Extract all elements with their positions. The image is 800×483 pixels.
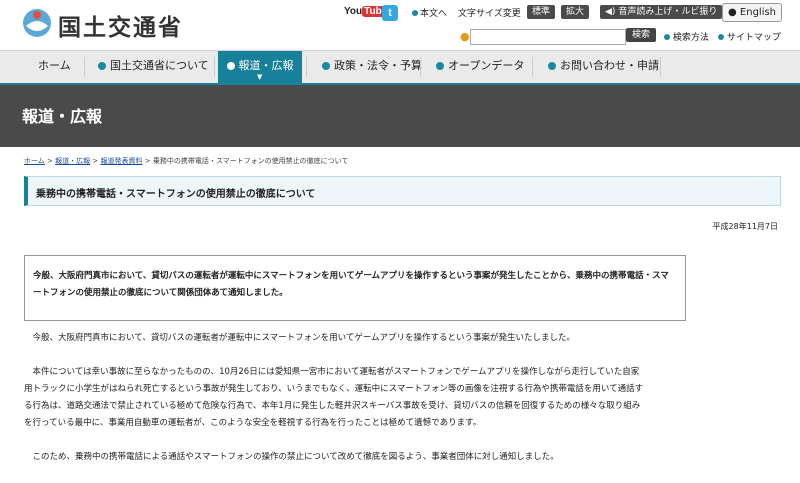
font-large-button[interactable]: 拡大 xyxy=(561,5,590,19)
nav-divider xyxy=(660,57,661,77)
english-button[interactable]: ● English xyxy=(722,3,782,22)
nav-bullet-icon xyxy=(548,62,556,70)
chevron-down-icon: ▼ xyxy=(257,73,263,81)
bullet-icon xyxy=(718,34,724,40)
nav-divider xyxy=(306,57,307,77)
breadcrumb-separator: > xyxy=(47,157,53,165)
nav-item-home[interactable]: ホーム xyxy=(38,51,71,83)
font-size-label: 文字サイズ変更 xyxy=(458,9,521,19)
nav-bullet-icon xyxy=(436,62,444,70)
nav-item-press[interactable]: 報道・広報 ▼ xyxy=(218,51,302,83)
summary-text: 今般、大阪府門真市において、貸切バスの運転者が運転中にスマートフォンを用いてゲー… xyxy=(33,271,669,298)
skip-to-content-link[interactable]: 本文へ xyxy=(412,6,447,19)
nav-item-open-data[interactable]: オープンデータ xyxy=(436,51,524,83)
youtube-link[interactable]: You Tube xyxy=(344,6,390,22)
nav-item-contact[interactable]: お問い合わせ・申請 xyxy=(548,51,659,83)
summary-box: 今般、大阪府門真市において、貸切バスの運転者が運転中にスマートフォンを用いてゲー… xyxy=(24,255,686,321)
nav-bullet-icon xyxy=(226,62,235,70)
section-header: 報道・広報 xyxy=(0,85,800,147)
bullet-icon xyxy=(664,34,670,40)
section-title: 報道・広報 xyxy=(22,107,103,126)
global-nav: ホーム 国土交通省について 報道・広報 ▼ 政策・法令・予算 オープンデータ お問… xyxy=(0,50,800,86)
read-aloud-button[interactable]: ◀) 音声読み上げ・ルビ振り xyxy=(600,5,723,19)
article-title-box: 乗務中の携帯電話・スマートフォンの使用禁止の徹底について xyxy=(24,176,781,206)
breadcrumb-current: 乗務中の携帯電話・スマートフォンの使用禁止の徹底について xyxy=(152,157,349,165)
search-method-link[interactable]: 検索方法 xyxy=(664,30,709,43)
site-header: 国土交通省 You Tube t 本文へ 文字サイズ変更 標準 拡大 ◀) 音声読… xyxy=(0,0,800,46)
breadcrumb-press[interactable]: 報道・広報 xyxy=(55,157,90,165)
nav-divider xyxy=(532,57,533,77)
breadcrumb-separator: > xyxy=(92,157,99,165)
globe-icon: ● xyxy=(727,7,737,18)
nav-divider xyxy=(420,57,421,77)
youtube-you: You xyxy=(344,6,363,17)
body-paragraph: このため、乗務中の携帯電話による通話やスマートフォンの操作の禁止について改めて徹… xyxy=(32,452,559,462)
search-pin-icon: ● xyxy=(460,30,470,43)
nav-bullet-icon xyxy=(98,62,106,70)
twitter-icon[interactable]: t xyxy=(382,5,398,21)
breadcrumb-press-releases[interactable]: 報道発表資料 xyxy=(100,157,142,165)
speaker-icon: ◀) xyxy=(605,7,616,17)
breadcrumb: ホーム > 報道・広報 > 報道発表資料 > 乗務中の携帯電話・スマートフォンの… xyxy=(24,156,348,166)
nav-divider xyxy=(84,57,85,77)
publish-date: 平成28年11月7日 xyxy=(712,222,778,231)
nav-divider xyxy=(214,57,215,77)
bullet-icon xyxy=(412,10,418,16)
nav-item-about[interactable]: 国土交通省について xyxy=(98,51,209,83)
article-body: 今般、大阪府門真市において、貸切バスの運転者が運転中にスマートフォンを用いてゲー… xyxy=(24,330,644,483)
body-paragraph: 今般、大阪府門真市において、貸切バスの運転者が運転中にスマートフォンを用いてゲー… xyxy=(32,333,576,343)
body-paragraph: 本件については幸い事故に至らなかったものの、10月26日には愛知県一宮市において… xyxy=(24,367,644,428)
mlit-logo-icon[interactable] xyxy=(22,6,52,40)
nav-item-policy[interactable]: 政策・法令・予算 xyxy=(322,51,422,83)
search-input[interactable] xyxy=(470,29,626,45)
search-button[interactable]: 検索 xyxy=(626,28,657,42)
breadcrumb-home[interactable]: ホーム xyxy=(24,157,45,165)
breadcrumb-separator: > xyxy=(144,157,151,165)
sitemap-link[interactable]: サイトマップ xyxy=(718,30,781,43)
article-title: 乗務中の携帯電話・スマートフォンの使用禁止の徹底について xyxy=(36,189,316,200)
site-logo-text[interactable]: 国土交通省 xyxy=(58,8,183,42)
font-standard-button[interactable]: 標準 xyxy=(527,5,556,19)
nav-bullet-icon xyxy=(322,62,330,70)
